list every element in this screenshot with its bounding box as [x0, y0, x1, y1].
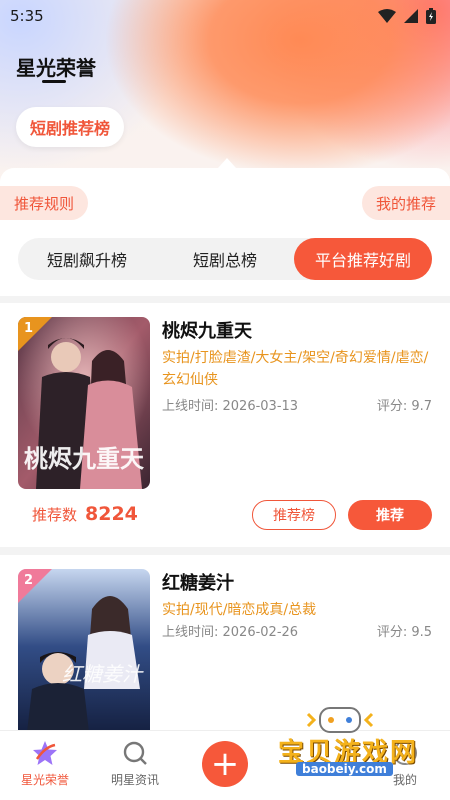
status-time: 5:35: [10, 7, 44, 25]
ranking-list-button[interactable]: 推荐榜: [252, 500, 336, 530]
signal-icon: [404, 9, 418, 23]
tab-rising[interactable]: 短剧飙升榜: [18, 238, 156, 280]
battery-icon: [426, 8, 436, 24]
drama-card[interactable]: 桃烬九重天 1 桃烬九重天 实拍/打脸虐渣/大女主/架空/奇幻爱情/虐恋/玄幻仙…: [0, 303, 450, 547]
panel-notch: [218, 158, 236, 168]
poster-title-text: 桃烬九重天: [24, 444, 144, 473]
drama-score: 评分: 9.5: [376, 625, 432, 640]
search-icon: [121, 739, 149, 767]
drama-score: 评分: 9.7: [376, 399, 432, 414]
tab-total[interactable]: 短剧总榜: [156, 238, 294, 280]
drama-tags: 实拍/打脸虐渣/大女主/架空/奇幻爱情/虐恋/玄幻仙侠: [162, 350, 429, 388]
poster-title-text: 红糖姜汁: [62, 662, 144, 686]
recommend-count-label: 推荐数: [32, 506, 78, 524]
release-date: 上线时间: 2026-03-13: [162, 399, 299, 414]
release-date: 上线时间: 2026-02-26: [162, 625, 299, 640]
drama-tags: 实拍/现代/暗恋成真/总裁: [162, 602, 317, 618]
section-chip-drama-ranking[interactable]: 短剧推荐榜: [16, 107, 125, 147]
recommend-count: 推荐数 8224: [32, 503, 138, 525]
ranking-tabs: 短剧飙升榜 短剧总榜 平台推荐好剧: [18, 238, 432, 280]
recommend-button[interactable]: 推荐: [348, 500, 432, 530]
my-recommendations-button[interactable]: 我的推荐: [361, 186, 450, 220]
recommend-count-value: 8224: [85, 503, 138, 525]
drama-poster[interactable]: 桃烬九重天 1: [18, 317, 150, 489]
wifi-icon: [378, 9, 396, 23]
title-underline: [42, 80, 66, 83]
recommend-rules-button[interactable]: 推荐规则: [0, 186, 89, 220]
nav-label: 星光荣誉: [20, 773, 69, 787]
nav-item-create[interactable]: +: [180, 731, 270, 800]
nav-item-honors[interactable]: 星光荣誉: [0, 731, 90, 800]
drama-poster[interactable]: 红糖姜汁 2: [18, 569, 150, 730]
nav-item-news[interactable]: 明星资讯: [90, 731, 180, 800]
watermark-url: baobeiy.com: [296, 762, 393, 776]
status-icons: [378, 8, 436, 24]
rank-number: 2: [24, 573, 34, 588]
rank-number: 1: [24, 321, 34, 336]
page-title: 星光荣誉: [16, 56, 96, 80]
plus-icon[interactable]: +: [202, 741, 248, 787]
nav-label: 明星资讯: [110, 773, 159, 787]
drama-title[interactable]: 红糖姜汁: [162, 569, 234, 595]
tab-platform-recommended[interactable]: 平台推荐好剧: [294, 238, 432, 280]
drama-title[interactable]: 桃烬九重天: [162, 317, 252, 343]
star-icon: [31, 739, 59, 767]
status-bar: 5:35: [0, 0, 450, 32]
